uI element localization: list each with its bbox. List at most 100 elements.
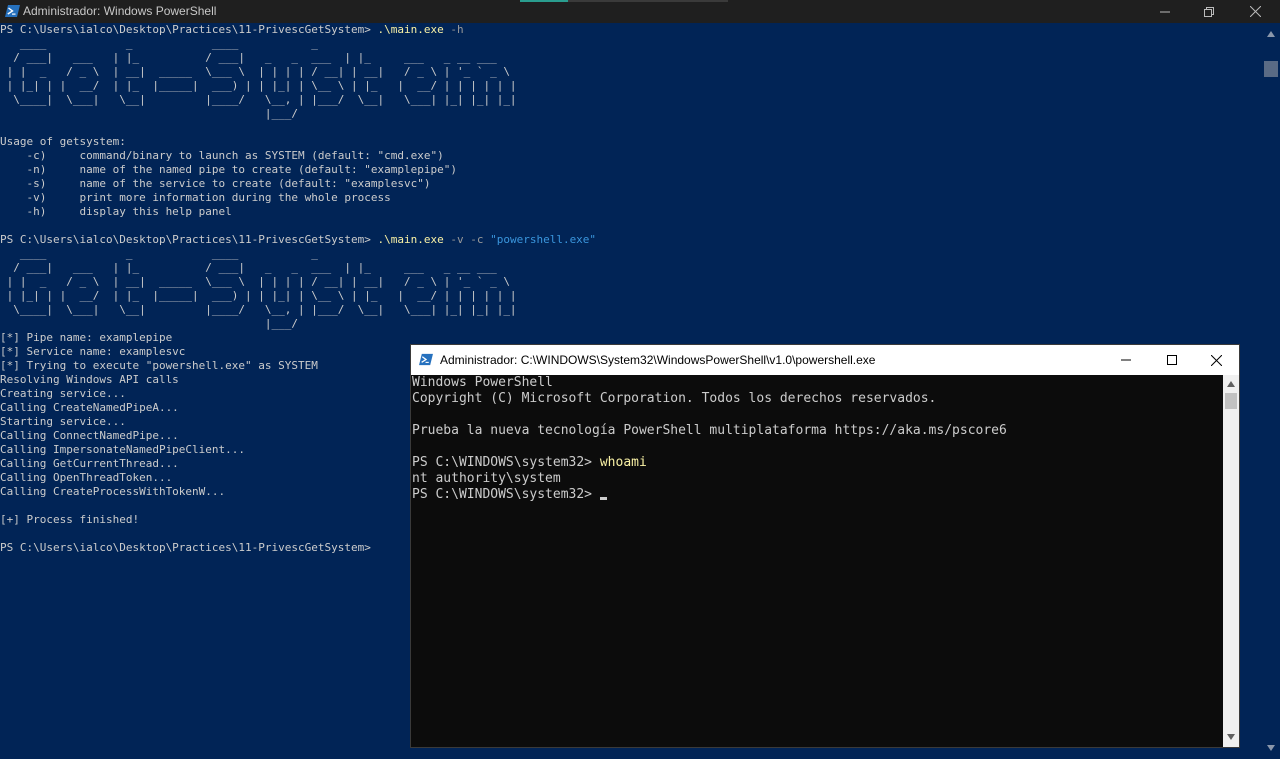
- minimize-icon: [1121, 359, 1131, 361]
- child-window-title: Administrador: C:\WINDOWS\System32\Windo…: [440, 353, 876, 367]
- console-text: Prueba la nueva tecnología PowerShell mu…: [412, 423, 1007, 438]
- console-text: ____ _ ____ _: [0, 247, 318, 260]
- console-line: PS C:\WINDOWS\system32>: [412, 487, 1223, 503]
- console-text: Resolving Windows API calls: [0, 373, 179, 386]
- console-line: Copyright (C) Microsoft Corporation. Tod…: [412, 391, 1223, 407]
- console-line: | | _ / _ \ | __| _____ \___ \ | | | | /…: [0, 65, 1262, 79]
- powershell-icon: [419, 353, 433, 366]
- console-line: -s) name of the service to create (defau…: [0, 177, 1262, 191]
- close-icon: [1210, 354, 1222, 366]
- child-powershell-window[interactable]: Administrador: C:\WINDOWS\System32\Windo…: [410, 344, 1240, 748]
- console-line: | | _ / _ \ | __| _____ \___ \ | | | | /…: [0, 275, 1262, 289]
- console-line: ____ _ ____ _: [0, 37, 1262, 51]
- console-text: \____| \___| \__| |____/ \__, | |___/ \_…: [0, 303, 517, 316]
- console-text: | | _ / _ \ | __| _____ \___ \ | | | | /…: [0, 65, 510, 78]
- child-maximize-button[interactable]: [1149, 345, 1195, 375]
- restore-icon: [1204, 6, 1214, 17]
- text-cursor: [599, 497, 607, 500]
- console-text: [+] Process finished!: [0, 513, 140, 526]
- child-close-button[interactable]: [1193, 345, 1239, 375]
- console-text: .\main.exe: [377, 23, 444, 36]
- console-text: |___/: [0, 317, 299, 330]
- console-text: | |_| | | __/ | |_ |_____| ___) | | |_| …: [0, 79, 517, 92]
- console-text: -c) command/binary to launch as SYSTEM (…: [0, 149, 444, 162]
- child-scrollbar[interactable]: [1223, 375, 1239, 747]
- console-line: | |_| | | __/ | |_ |_____| ___) | | |_| …: [0, 289, 1262, 303]
- console-line: -h) display this help panel: [0, 205, 1262, 219]
- console-text: "powershell.exe": [490, 233, 597, 246]
- scroll-down-icon[interactable]: [1266, 743, 1276, 753]
- console-text: PS C:\Users\ialco\Desktop\Practices\11-P…: [0, 541, 371, 554]
- console-text: -h) display this help panel: [0, 205, 232, 218]
- scrollbar-thumb[interactable]: [1225, 393, 1237, 409]
- console-line: Usage of getsystem:: [0, 135, 1262, 149]
- console-text: ____ _ ____ _: [0, 37, 318, 50]
- console-text: Calling OpenThreadToken...: [0, 471, 173, 484]
- main-scrollbar[interactable]: [1262, 23, 1280, 759]
- console-line: Prueba la nueva tecnología PowerShell mu…: [412, 423, 1223, 439]
- console-text: \____| \___| \__| |____/ \__, | |___/ \_…: [0, 93, 517, 106]
- console-text: [*] Trying to execute "powershell.exe" a…: [0, 359, 318, 372]
- console-line: |___/: [0, 317, 1262, 331]
- console-text: -s) name of the service to create (defau…: [0, 177, 431, 190]
- console-text: whoami: [599, 455, 647, 470]
- console-line: PS C:\WINDOWS\system32> whoami: [412, 455, 1223, 471]
- console-text: PS C:\WINDOWS\system32>: [412, 455, 600, 470]
- console-text: [*] Pipe name: examplepipe: [0, 331, 173, 344]
- restore-button[interactable]: [1186, 0, 1232, 23]
- child-console-output: Windows PowerShell Copyright (C) Microsof…: [411, 375, 1223, 503]
- child-console[interactable]: Windows PowerShell Copyright (C) Microsof…: [411, 375, 1223, 747]
- console-text: Calling CreateNamedPipeA...: [0, 401, 179, 414]
- console-line: -v) print more information during the wh…: [0, 191, 1262, 205]
- scroll-down-icon[interactable]: [1226, 732, 1236, 742]
- main-window-title: Administrador: Windows PowerShell: [23, 4, 217, 18]
- console-text: | | _ / _ \ | __| _____ \___ \ | | | | /…: [0, 275, 510, 288]
- console-text: -v -c: [443, 233, 491, 246]
- tab-indicator: [520, 0, 568, 2]
- child-title-bar[interactable]: Administrador: C:\WINDOWS\System32\Windo…: [411, 345, 1239, 375]
- console-line: nt authority\system: [412, 471, 1223, 487]
- maximize-icon: [1167, 355, 1177, 365]
- console-text: Calling ConnectNamedPipe...: [0, 429, 179, 442]
- console-line: PS C:\Users\ialco\Desktop\Practices\11-P…: [0, 23, 1262, 37]
- tab-strip: [568, 0, 728, 2]
- console-line: -n) name of the named pipe to create (de…: [0, 163, 1262, 177]
- console-line: | |_| | | __/ | |_ |_____| ___) | | |_| …: [0, 79, 1262, 93]
- main-title-bar[interactable]: Administrador: Windows PowerShell: [0, 0, 1280, 23]
- minimize-icon: [1160, 11, 1170, 12]
- console-line: [*] Pipe name: examplepipe: [0, 331, 1262, 345]
- scrollbar-thumb[interactable]: [1264, 61, 1278, 77]
- console-line: -c) command/binary to launch as SYSTEM (…: [0, 149, 1262, 163]
- console-text: Calling GetCurrentThread...: [0, 457, 179, 470]
- console-line: ____ _ ____ _: [0, 247, 1262, 261]
- child-minimize-button[interactable]: [1103, 345, 1149, 375]
- minimize-button[interactable]: [1142, 0, 1188, 23]
- console-text: .\main.exe: [377, 233, 444, 246]
- console-line: |___/: [0, 107, 1262, 121]
- console-line: \____| \___| \__| |____/ \__, | |___/ \_…: [0, 303, 1262, 317]
- console-text: PS C:\Users\ialco\Desktop\Practices\11-P…: [0, 23, 378, 36]
- console-text: / ___| ___ | |_ / ___| _ _ ___ | |_ ___ …: [0, 51, 497, 64]
- console-text: Copyright (C) Microsoft Corporation. Tod…: [412, 391, 937, 406]
- scroll-up-icon[interactable]: [1226, 379, 1236, 389]
- console-line: \____| \___| \__| |____/ \__, | |___/ \_…: [0, 93, 1262, 107]
- powershell-icon: [5, 4, 20, 18]
- console-text: PS C:\WINDOWS\system32>: [412, 487, 600, 502]
- console-text: [*] Service name: examplesvc: [0, 345, 186, 358]
- console-text: -v) print more information during the wh…: [0, 191, 391, 204]
- console-line: Windows PowerShell: [412, 375, 1223, 391]
- console-line: / ___| ___ | |_ / ___| _ _ ___ | |_ ___ …: [0, 261, 1262, 275]
- close-button[interactable]: [1232, 0, 1278, 23]
- console-text: Creating service...: [0, 387, 126, 400]
- close-icon: [1249, 6, 1261, 17]
- console-text: -n) name of the named pipe to create (de…: [0, 163, 457, 176]
- console-text: Calling CreateProcessWithTokenW...: [0, 485, 226, 498]
- console-text: nt authority\system: [412, 471, 561, 486]
- console-text: |___/: [0, 107, 299, 120]
- scroll-up-icon[interactable]: [1266, 29, 1276, 39]
- console-text: Windows PowerShell: [412, 375, 553, 390]
